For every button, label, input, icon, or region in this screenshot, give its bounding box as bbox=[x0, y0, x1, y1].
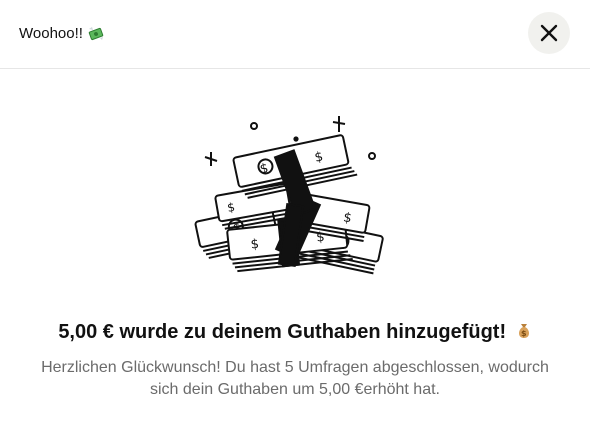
close-button[interactable] bbox=[528, 12, 570, 54]
reward-description-line-2: sich dein Guthaben um 5,00 €erhöht hat. bbox=[150, 381, 440, 398]
stack-of-money-illustration: $ $ $ $ $ $ $ bbox=[194, 116, 384, 275]
reward-description-line-1: Herzlichen Glückwunsch! Du hast 5 Umfrag… bbox=[41, 359, 549, 376]
dialog-header: Woohoo!! bbox=[0, 0, 590, 69]
reward-dialog: Woohoo!! $ $ $ $ $ $ $ 5,00 € wurde zu d… bbox=[0, 0, 590, 446]
svg-text:$: $ bbox=[521, 329, 527, 338]
dialog-title-text: Woohoo!! bbox=[19, 25, 83, 42]
dialog-title: Woohoo!! bbox=[19, 25, 104, 42]
reward-headline: 5,00 € wurde zu deinem Guthaben hinzugef… bbox=[0, 321, 590, 344]
money-bag-icon: $ bbox=[516, 322, 532, 340]
svg-text:$: $ bbox=[250, 237, 260, 253]
reward-headline-text: 5,00 € wurde zu deinem Guthaben hinzugef… bbox=[58, 321, 507, 343]
reward-description: Herzlichen Glückwunsch! Du hast 5 Umfrag… bbox=[20, 357, 570, 401]
close-icon bbox=[540, 24, 558, 42]
money-with-wings-icon bbox=[88, 26, 104, 41]
